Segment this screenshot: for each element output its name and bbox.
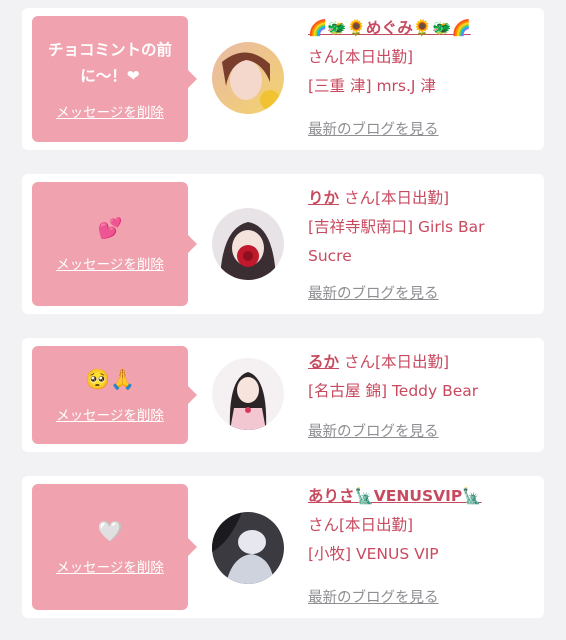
cast-info: ありさ🗽VENUSVIP🗽 さん[本日出勤] [小牧] VENUS VIP [308,482,538,569]
attendance-status: さん[本日出勤] [343,189,450,207]
cast-info: 🌈🐲🌻めぐみ🌻🐲🌈 さん[本日出勤] [三重 津] mrs.J 津 [308,14,538,101]
blog-link[interactable]: 最新のブログを見る [308,282,439,303]
delete-message-link[interactable]: メッセージを削除 [56,101,164,121]
cast-info: るか さん[本日出勤] [名古屋 錦] Teddy Bear [308,348,538,406]
message-bubble: 💕 メッセージを削除 [32,182,197,306]
cast-name-link[interactable]: 🌈🐲🌻めぐみ🌻🐲🌈 [308,19,471,37]
avatar[interactable] [212,42,284,114]
message-card: 🤍 メッセージを削除 ありさ🗽VENUSVIP🗽 さん[本日出勤] [小牧] V… [22,476,544,618]
blog-link[interactable]: 最新のブログを見る [308,420,439,441]
avatar[interactable] [212,512,284,584]
attendance-status: さん[本日出勤] [308,48,414,66]
message-text: 🤍 [97,519,123,543]
shop-name-cont: Sucre [308,247,352,265]
attendance-status: さん[本日出勤] [343,353,450,371]
message-bubble: 🥺🙏 メッセージを削除 [32,346,197,444]
message-card: 💕 メッセージを削除 りか さん[本日出勤] [吉祥寺駅南口] Girls Ba… [22,174,544,314]
cast-name-link[interactable]: るか [308,353,339,371]
shop-name: [三重 津] mrs.J 津 [308,77,436,95]
message-bubble: チョコミントの前に〜！❤ メッセージを削除 [32,16,197,142]
message-card: チョコミントの前に〜！❤ メッセージを削除 🌈🐲🌻めぐみ🌻🐲🌈 さん[本日出勤]… [22,8,544,150]
delete-message-link[interactable]: メッセージを削除 [56,253,164,273]
message-text: チョコミントの前に〜！❤ [47,41,172,85]
message-text: 🥺🙏 [85,367,135,391]
message-card: 🥺🙏 メッセージを削除 るか さん[本日出勤] [名古屋 錦] Teddy Be… [22,338,544,452]
blog-link[interactable]: 最新のブログを見る [308,118,439,139]
cast-name-link[interactable]: りか [308,189,339,207]
attendance-status: さん[本日出勤] [308,516,414,534]
avatar[interactable] [212,208,284,280]
cast-name-link[interactable]: ありさ🗽VENUSVIP🗽 [308,487,482,505]
message-text: 💕 [97,216,123,240]
delete-message-link[interactable]: メッセージを削除 [56,404,164,424]
shop-name: [小牧] VENUS VIP [308,545,439,563]
avatar[interactable] [212,358,284,430]
shop-name: [名古屋 錦] Teddy Bear [308,382,479,400]
shop-name: [吉祥寺駅南口] Girls Bar [308,218,485,236]
cast-info: りか さん[本日出勤] [吉祥寺駅南口] Girls Bar Sucre [308,184,538,271]
message-bubble: 🤍 メッセージを削除 [32,484,197,610]
delete-message-link[interactable]: メッセージを削除 [56,556,164,576]
blog-link[interactable]: 最新のブログを見る [308,586,439,607]
